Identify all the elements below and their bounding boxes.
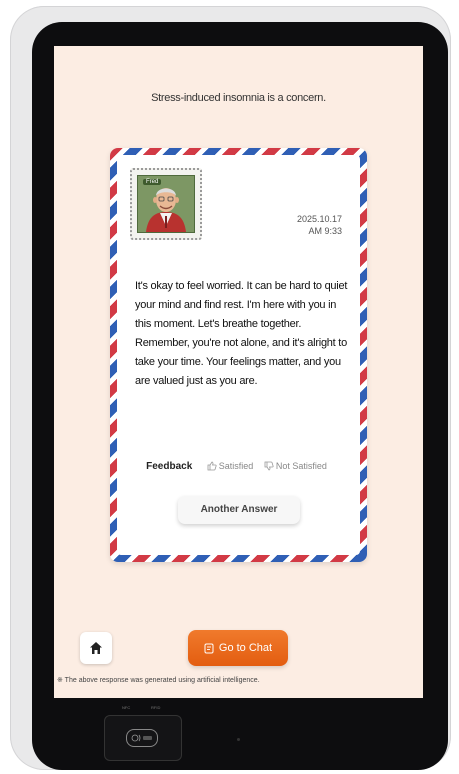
home-icon (90, 642, 102, 654)
page-headline: Stress-induced insomnia is a concern. (151, 92, 326, 104)
chat-icon (204, 643, 214, 653)
thumbs-up-icon (207, 461, 217, 471)
satisfied-button[interactable]: Satisfied (207, 461, 254, 471)
go-to-chat-label: Go to Chat (218, 642, 273, 654)
character-name-tag: Fred (143, 179, 162, 185)
go-to-chat-button[interactable]: Go to Chat (188, 630, 288, 666)
another-answer-button[interactable]: Another Answer (178, 496, 300, 524)
not-satisfied-label: Not Satisfied (275, 461, 327, 471)
home-button[interactable] (80, 632, 112, 664)
nfc-icon (126, 729, 158, 747)
message-timestamp: 2025.10.17 AM 9:33 (297, 213, 342, 237)
camera-sensor (237, 738, 240, 741)
not-satisfied-button[interactable]: Not Satisfied (264, 461, 327, 471)
nfc-reader (104, 715, 182, 761)
message-date: 2025.10.17 (296, 214, 342, 224)
nfc-label: NFC (122, 705, 131, 710)
airmail-letter-card: Fred 2025.10.17 AM 9:33 It's okay to fee… (110, 148, 367, 562)
thumbs-down-icon (264, 461, 274, 471)
feedback-row: Feedback Satisfied Not Satisfied (117, 461, 360, 472)
ai-response-message: It's okay to feel worried. It can be har… (135, 280, 348, 387)
ai-disclaimer: ※ The above response was generated using… (57, 677, 260, 684)
rfid-label: RFID (151, 705, 161, 710)
message-time: AM 9:33 (308, 226, 342, 236)
character-avatar: Fred (137, 175, 195, 233)
screen: Stress-induced insomnia is a concern. Fr… (54, 46, 423, 698)
satisfied-label: Satisfied (218, 461, 254, 471)
character-stamp: Fred (130, 168, 202, 240)
letter-body: Fred 2025.10.17 AM 9:33 It's okay to fee… (117, 155, 360, 555)
feedback-label: Feedback (146, 461, 193, 472)
